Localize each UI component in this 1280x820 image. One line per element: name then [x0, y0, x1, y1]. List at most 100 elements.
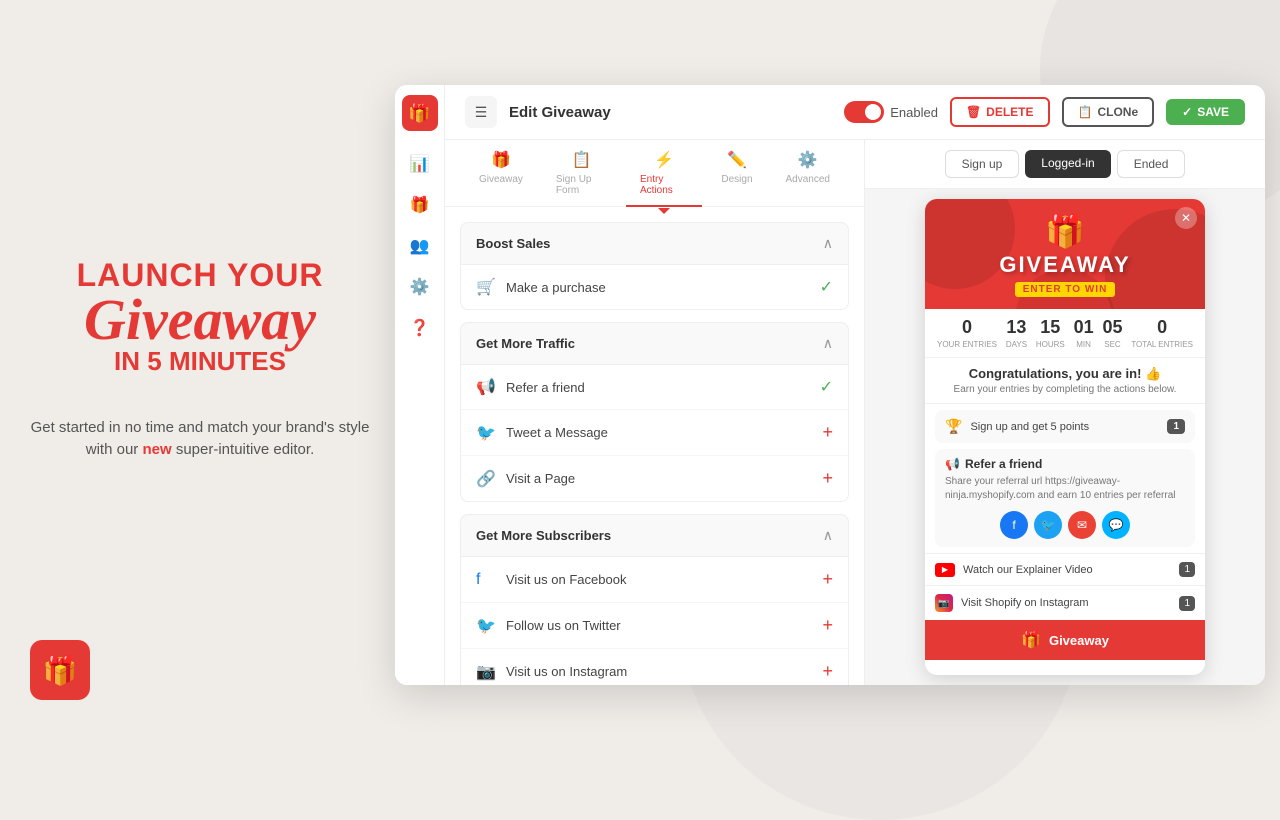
refer-check-icon: ✓ [820, 377, 833, 397]
giveaway-tab-label: Giveaway [479, 174, 523, 185]
explainer-badge: 1 [1179, 562, 1195, 577]
content-area: 🎁 Giveaway 📋 Sign Up Form ⚡ Entry Action… [445, 140, 1265, 685]
sidebar-item-settings[interactable]: ⚙️ [402, 269, 438, 305]
visit-page-label: Visit a Page [506, 471, 812, 486]
popup-shopify-instagram[interactable]: 📷 Visit Shopify on Instagram 1 [925, 585, 1205, 620]
tab-giveaway[interactable]: 🎁 Giveaway [465, 140, 537, 206]
follow-twitter-add-button[interactable]: + [822, 615, 833, 636]
sidebar: 🎁 📊 🎁 👥 ⚙️ ❓ [395, 85, 445, 685]
visit-facebook-label: Visit us on Facebook [506, 572, 812, 587]
share-twitter-button[interactable]: 🐦 [1034, 511, 1062, 539]
menu-button[interactable]: ☰ [465, 96, 497, 128]
visit-facebook-add-button[interactable]: + [822, 569, 833, 590]
visit-instagram-add-button[interactable]: + [822, 661, 833, 682]
list-item: 🐦 Tweet a Message + [461, 410, 848, 456]
traffic-chevron: ∧ [823, 335, 833, 352]
refer-icon: 📢 [476, 377, 496, 397]
boost-sales-header[interactable]: Boost Sales ∧ [460, 222, 849, 265]
advanced-tab-icon: ⚙️ [798, 150, 818, 170]
signup-points-badge: 1 [1167, 419, 1185, 434]
sidebar-item-users[interactable]: 👥 [402, 228, 438, 264]
boost-sales-body: 🛒 Make a purchase ✓ [460, 265, 849, 310]
list-item: 📷 Visit us on Instagram + [461, 649, 848, 685]
refer-label: Refer a friend [506, 380, 810, 395]
share-email-button[interactable]: ✉ [1068, 511, 1096, 539]
advanced-tab-label: Advanced [786, 174, 830, 185]
min-value: 01 [1074, 317, 1094, 338]
min-label: MIN [1076, 340, 1091, 349]
youtube-icon: ▶ [935, 563, 955, 577]
traffic-header[interactable]: Get More Traffic ∧ [460, 322, 849, 365]
tab-ended[interactable]: Ended [1117, 150, 1186, 178]
subscribers-header[interactable]: Get More Subscribers ∧ [460, 514, 849, 557]
sidebar-item-help[interactable]: ❓ [402, 310, 438, 346]
design-tab-icon: ✏️ [727, 150, 747, 170]
entry-tab-label: Entry Actions [640, 174, 688, 196]
list-item: 🐦 Follow us on Twitter + [461, 603, 848, 649]
subscribers-chevron: ∧ [823, 527, 833, 544]
twitter-icon: 🐦 [476, 423, 496, 443]
follow-twitter-label: Follow us on Twitter [506, 618, 812, 633]
hours-label: HOURS [1036, 340, 1065, 349]
sec-label: SEC [1104, 340, 1120, 349]
list-item: f Visit us on Facebook + [461, 557, 848, 603]
sidebar-logo: 🎁 [402, 95, 438, 131]
brand-logo: 🎁 [30, 640, 90, 700]
hours-item: 15 HOURS [1036, 317, 1065, 349]
sec-value: 05 [1102, 317, 1122, 338]
signup-points-header[interactable]: 🏆 Sign up and get 5 points 1 [935, 410, 1195, 443]
tab-entry-actions[interactable]: ⚡ Entry Actions [626, 140, 702, 206]
main-content: ☰ Edit Giveaway Enabled 🗑 DELETE 📋 CLONe… [445, 85, 1265, 685]
tab-advanced[interactable]: ⚙️ Advanced [772, 140, 844, 206]
share-buttons: f 🐦 ✉ 💬 [945, 511, 1185, 539]
tab-design[interactable]: ✏️ Design [707, 140, 766, 206]
congrats-sub: Earn your entries by completing the acti… [937, 384, 1193, 395]
refer-friend-section: 📢 Refer a friend Share your referral url… [935, 449, 1195, 547]
tab-signup[interactable]: Sign up [945, 150, 1020, 178]
shopify-ig-badge: 1 [1179, 596, 1195, 611]
visit-page-add-button[interactable]: + [822, 468, 833, 489]
delete-icon: 🗑 [966, 105, 981, 119]
design-tab-label: Design [721, 174, 752, 185]
preview-tabs: Sign up Logged-in Ended [865, 140, 1265, 189]
your-entries-label: Your entries [937, 340, 997, 349]
popup-explainer-video[interactable]: ▶ Watch our Explainer Video 1 [925, 553, 1205, 585]
popup-header: 🎁 GIVEAWAY ENTER TO WIN ✕ [925, 199, 1205, 309]
link-icon: 🔗 [476, 469, 496, 489]
delete-button[interactable]: 🗑 DELETE [950, 97, 1050, 127]
signup-tab-label: Sign Up Form [556, 174, 607, 196]
visit-instagram-label: Visit us on Instagram [506, 664, 812, 679]
app-window: 🎁 📊 🎁 👥 ⚙️ ❓ ☰ Edit Giveaway Enabled 🗑 D… [395, 85, 1265, 685]
popup-preview-wrapper: 🎁 GIVEAWAY ENTER TO WIN ✕ 0 Your entries [865, 189, 1265, 685]
traffic-body: 📢 Refer a friend ✓ 🐦 Tweet a Message + 🔗… [460, 365, 849, 502]
total-entries-item: 0 Total entries [1131, 317, 1193, 349]
enabled-toggle[interactable] [844, 101, 884, 123]
total-entries-label: Total entries [1131, 340, 1193, 349]
refer-title: 📢 Refer a friend [945, 457, 1185, 471]
form-panel: 🎁 Giveaway 📋 Sign Up Form ⚡ Entry Action… [445, 140, 865, 685]
popup-banner-text: 🎁 GIVEAWAY ENTER TO WIN [999, 212, 1130, 297]
min-item: 01 MIN [1074, 317, 1094, 349]
facebook-icon: f [476, 571, 496, 589]
popup-action-signup[interactable]: 🏆 Sign up and get 5 points 1 [935, 410, 1195, 443]
tweet-add-button[interactable]: + [822, 422, 833, 443]
popup-subtitle: ENTER TO WIN [1015, 282, 1116, 297]
giveaway-word: Giveaway [77, 294, 324, 346]
tab-signup-form[interactable]: 📋 Sign Up Form [542, 140, 621, 206]
share-messenger-button[interactable]: 💬 [1102, 511, 1130, 539]
enabled-label: Enabled [890, 105, 938, 120]
share-facebook-button[interactable]: f [1000, 511, 1028, 539]
boost-sales-title: Boost Sales [476, 236, 550, 251]
clone-button[interactable]: 📋 CLONe [1062, 97, 1155, 127]
popup-footer[interactable]: 🎁 Giveaway [925, 620, 1205, 660]
save-button[interactable]: ✓ SAVE [1166, 99, 1245, 125]
purchase-check-icon: ✓ [820, 277, 833, 297]
popup-congrats: Congratulations, you are in! 👍 Earn your… [925, 358, 1205, 404]
tweet-label: Tweet a Message [506, 425, 812, 440]
sidebar-item-dashboard[interactable]: 📊 [402, 146, 438, 182]
sidebar-item-giveaways[interactable]: 🎁 [402, 187, 438, 223]
giveaway-popup: 🎁 GIVEAWAY ENTER TO WIN ✕ 0 Your entries [925, 199, 1205, 675]
popup-close-button[interactable]: ✕ [1175, 207, 1197, 229]
tab-logged-in[interactable]: Logged-in [1025, 150, 1110, 178]
your-entries-value: 0 [962, 317, 972, 338]
